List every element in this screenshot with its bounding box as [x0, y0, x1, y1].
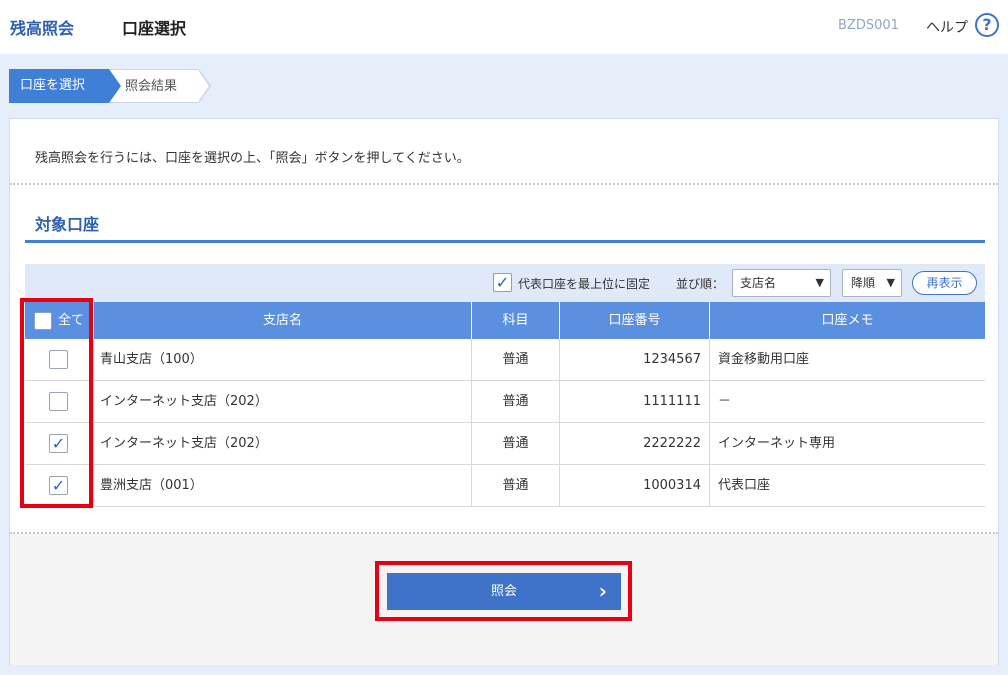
pin-representative-checkbox[interactable]: ✓ — [493, 273, 512, 292]
table-row: ✓ 豊洲支店（001） 普通 1000314 代表口座 — [25, 465, 985, 507]
table-row: 青山支店（100） 普通 1234567 資金移動用口座 — [25, 339, 985, 381]
type-cell: 普通 — [471, 381, 559, 422]
number-cell: 1111111 — [559, 381, 709, 422]
check-icon: ✓ — [495, 273, 510, 292]
number-cell: 1234567 — [559, 339, 709, 380]
section-rule — [25, 240, 985, 243]
step-indicator: 照会結果 口座を選択 — [9, 69, 211, 103]
step-result: 照会結果 — [109, 69, 199, 103]
type-cell: 普通 — [471, 465, 559, 506]
memo-cell: － — [709, 381, 985, 422]
table-header: 全て 支店名 科目 口座番号 口座メモ — [25, 302, 985, 339]
instruction-text: 残高照会を行うには、口座を選択の上、「照会」ボタンを押してください。 — [35, 151, 470, 166]
sort-field-select[interactable]: 支店名 ▼ — [732, 269, 831, 297]
table-row: インターネット支店（202） 普通 1111111 － — [25, 381, 985, 423]
help-link[interactable]: ヘルプ — [926, 17, 968, 37]
step-select-arrow — [109, 69, 121, 103]
branch-cell: 豊洲支店（001） — [93, 465, 471, 506]
type-cell: 普通 — [471, 423, 559, 464]
branch-cell: インターネット支店（202） — [93, 423, 471, 464]
col-type: 科目 — [471, 302, 559, 339]
app-header: 残高照会 口座選択 BZDS001 ヘルプ ? — [0, 0, 1008, 54]
table-row: ✓ インターネット支店（202） 普通 2222222 インターネット専用 — [25, 423, 985, 465]
checkbox-column-highlight — [20, 298, 93, 508]
sort-field-value: 支店名 — [740, 276, 777, 290]
sort-label: 並び順： — [676, 277, 725, 291]
step-select-account: 口座を選択 — [9, 69, 109, 103]
divider — [10, 183, 998, 185]
redisplay-button[interactable]: 再表示 — [912, 271, 977, 295]
branch-cell: インターネット支店（202） — [93, 381, 471, 422]
type-cell: 普通 — [471, 339, 559, 380]
section-title: 対象口座 — [35, 215, 100, 234]
inquiry-button-label: 照会 — [490, 584, 517, 599]
app-title: 残高照会 — [10, 19, 75, 38]
inquiry-button[interactable]: 照会 › — [387, 573, 621, 610]
number-cell: 2222222 — [559, 423, 709, 464]
caret-down-icon: ▼ — [815, 276, 824, 289]
screen-id: BZDS001 — [838, 18, 899, 33]
memo-cell: 代表口座 — [709, 465, 985, 506]
page-title: 口座選択 — [122, 19, 187, 38]
memo-cell: インターネット専用 — [709, 423, 985, 464]
number-cell: 1000314 — [559, 465, 709, 506]
col-branch: 支店名 — [93, 302, 471, 339]
sort-order-value: 降順 — [851, 276, 876, 290]
col-memo: 口座メモ — [709, 302, 985, 339]
table-toolbar: ✓ 代表口座を最上位に固定 並び順： 支店名 ▼ 降順 ▼ 再表示 — [25, 264, 985, 302]
divider — [10, 532, 998, 534]
chevron-right-icon: › — [598, 579, 607, 603]
col-number: 口座番号 — [559, 302, 709, 339]
caret-down-icon: ▼ — [886, 276, 895, 289]
memo-cell: 資金移動用口座 — [709, 339, 985, 380]
help-icon[interactable]: ? — [975, 13, 999, 37]
branch-cell: 青山支店（100） — [93, 339, 471, 380]
sort-order-select[interactable]: 降順 ▼ — [842, 269, 902, 297]
pin-representative-label: 代表口座を最上位に固定 — [518, 277, 651, 291]
